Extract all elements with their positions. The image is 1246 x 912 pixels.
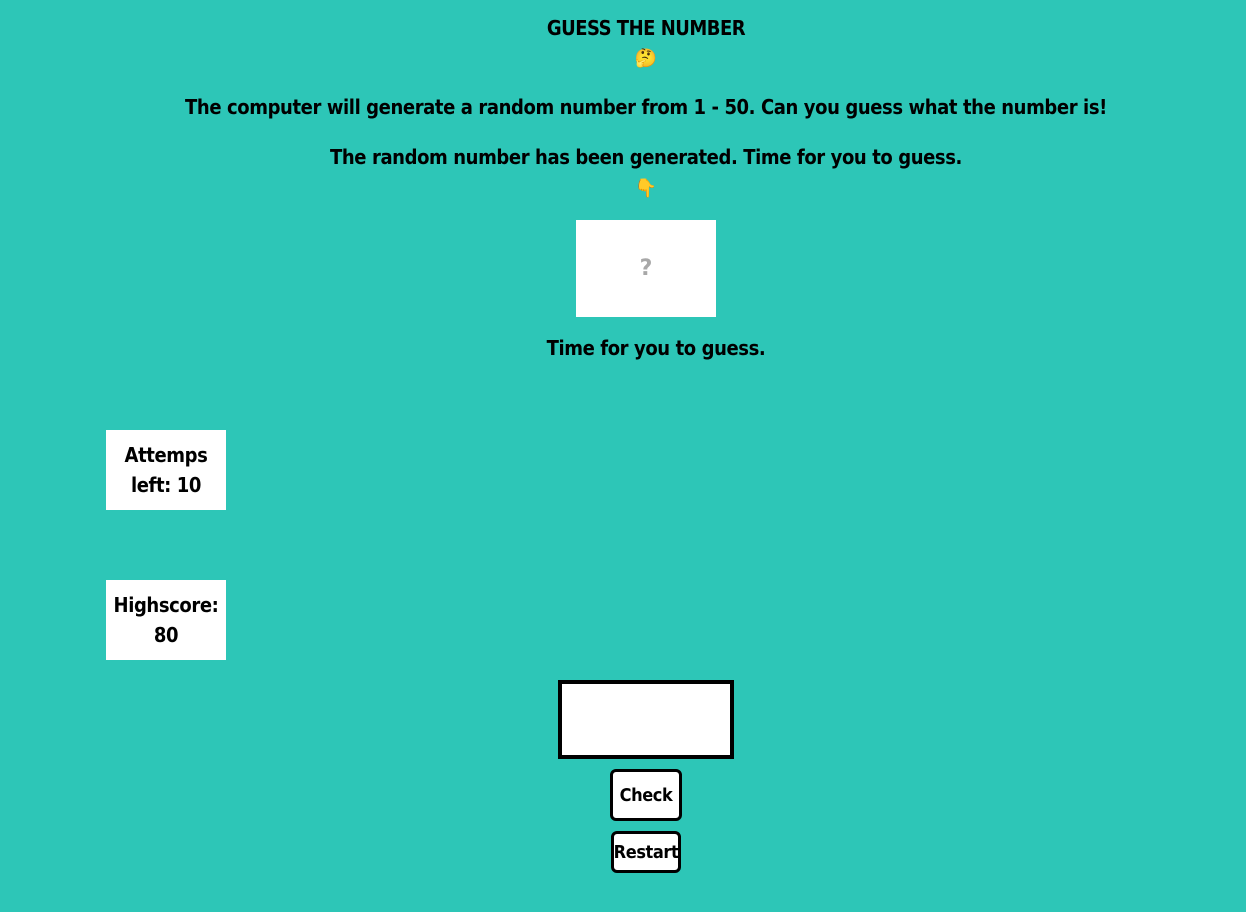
game-title: GUESS THE NUMBER [546, 16, 746, 40]
pointing-down-icon: 👇 [634, 178, 658, 199]
check-button[interactable]: Check [610, 769, 682, 821]
restart-button[interactable]: Restart [611, 831, 681, 873]
secret-number-box: ? [576, 220, 716, 317]
feedback-message: Time for you to guess. [546, 336, 766, 360]
highscore-box: Highscore: 80 [106, 580, 226, 660]
highscore-label: Highscore: 80 [113, 593, 219, 647]
attempts-left-box: Attemps left: 10 [106, 430, 226, 510]
generated-status-text: The random number has been generated. Ti… [330, 145, 962, 169]
attempts-left-label: Attemps left: 10 [124, 443, 208, 497]
guess-input[interactable] [558, 680, 734, 759]
thinking-face-icon: 🤔 [634, 48, 658, 69]
secret-number-display: ? [639, 256, 653, 281]
instructions-text: The computer will generate a random numb… [185, 95, 1107, 119]
